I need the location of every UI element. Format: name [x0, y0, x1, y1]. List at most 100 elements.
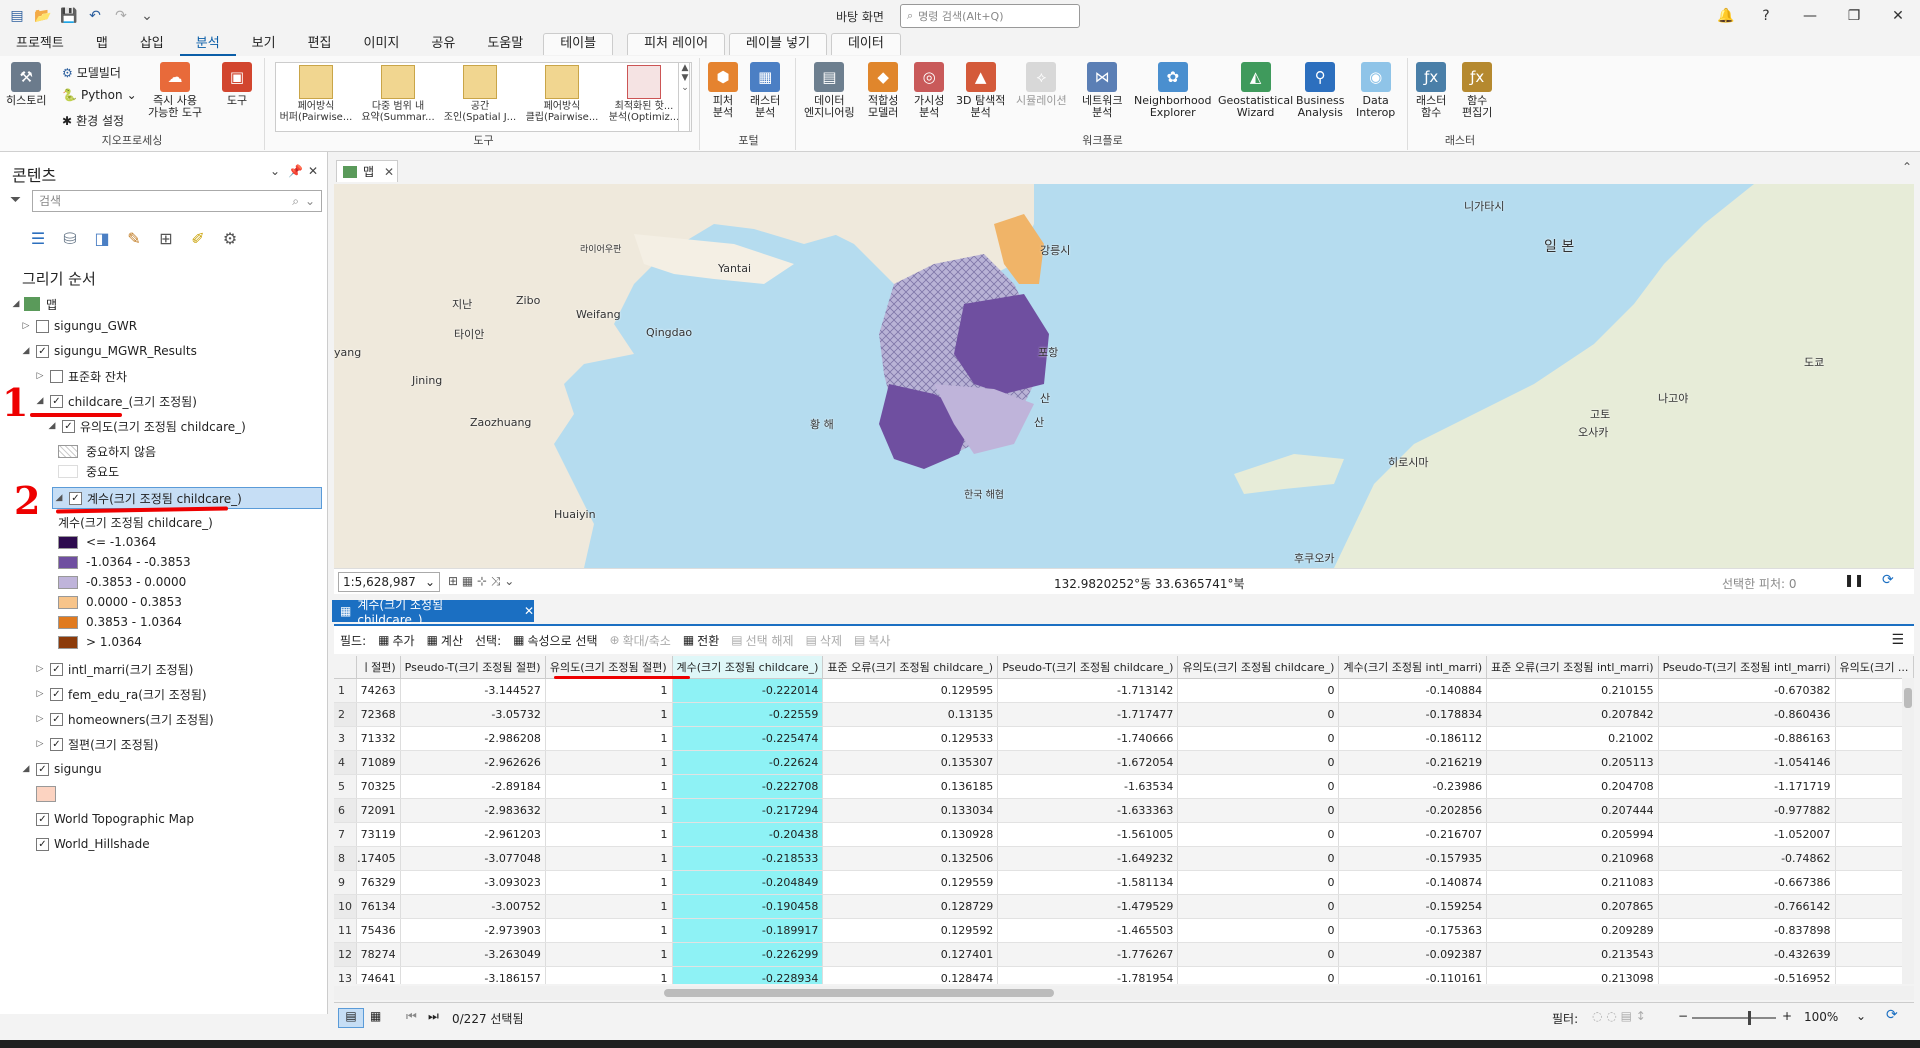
- list-by-perspective-icon[interactable]: ⚙: [218, 226, 242, 250]
- copy-button[interactable]: ▤ 복사: [854, 632, 890, 649]
- table-cell[interactable]: -0.860436: [1658, 702, 1836, 727]
- expand-icon[interactable]: ▷: [34, 689, 46, 699]
- zoom-out-icon[interactable]: −: [1678, 1009, 1688, 1023]
- table-cell[interactable]: 0: [1177, 774, 1340, 799]
- column-header[interactable]: 유의도(크기 조정됨 절편): [545, 656, 673, 679]
- table-cell[interactable]: 0.211083: [1486, 870, 1659, 895]
- table-cell[interactable]: 0: [1177, 822, 1340, 847]
- tree-item-childcare[interactable]: ◢ ✓ childcare_(크기 조정됨): [34, 391, 197, 411]
- table-row[interactable]: 1 74263 -3.144527 1 -0.222014 0.129595 -1.7131…: [334, 678, 1914, 703]
- row-number[interactable]: 10: [334, 894, 357, 919]
- table-cell[interactable]: -0.110161: [1338, 966, 1488, 984]
- visibility-checkbox[interactable]: ✓: [50, 662, 63, 676]
- table-cell[interactable]: 1: [545, 798, 673, 823]
- table-row[interactable]: 9 76329 -3.093023 1 -0.204849 0.129559 -1.5811…: [334, 870, 1914, 895]
- collapse-icon[interactable]: ◢: [46, 421, 58, 431]
- list-by-drawing-order-icon[interactable]: ☰: [26, 226, 50, 250]
- column-header[interactable]: 유의도(크기 조정됨 childcare_): [1177, 656, 1340, 679]
- table-cell[interactable]: 1: [545, 750, 673, 775]
- close-icon[interactable]: ✕: [384, 165, 394, 179]
- tab-imagery[interactable]: 이미지: [348, 32, 416, 56]
- last-record-icon[interactable]: ⏭: [428, 1009, 439, 1024]
- table-cell[interactable]: 1: [545, 966, 673, 984]
- tree-item-fem-edu[interactable]: ▷ ✓ fem_edu_ra(크기 조정됨): [34, 684, 207, 704]
- table-cell[interactable]: -0.886163: [1658, 726, 1836, 751]
- tree-item-mgwr-results[interactable]: ◢ ✓ sigungu_MGWR_Results: [20, 341, 197, 361]
- table-cell[interactable]: 1: [545, 774, 673, 799]
- table-row[interactable]: 5 70325 -2.89184 1 -0.222708 0.136185 -1.63534…: [334, 774, 1914, 799]
- exploratory-3d-button[interactable]: ▲ 3D 탐색적 분석: [956, 62, 1005, 119]
- table-cell[interactable]: 75436: [356, 918, 401, 943]
- table-cell[interactable]: -0.140884: [1338, 678, 1488, 703]
- column-header[interactable]: Pseudo-T(크기 조정됨 childcare_): [997, 656, 1179, 679]
- tab-edit[interactable]: 편집: [292, 32, 348, 56]
- tree-item-topo-basemap[interactable]: ✓ World Topographic Map: [20, 809, 194, 829]
- table-cell[interactable]: 71089: [356, 750, 401, 775]
- pane-close-icon[interactable]: ✕: [308, 164, 318, 178]
- business-analysis-button[interactable]: ⚲ Business Analysis: [1296, 62, 1345, 119]
- table-cell[interactable]: -1.672054: [997, 750, 1179, 775]
- expand-icon[interactable]: ▷: [20, 321, 32, 331]
- redo-icon[interactable]: ↷: [110, 5, 132, 27]
- table-cell[interactable]: -1.171719: [1658, 774, 1836, 799]
- table-cell[interactable]: -0.766142: [1658, 894, 1836, 919]
- table-cell[interactable]: 0.207865: [1486, 894, 1659, 919]
- table-cell[interactable]: -3.186157: [400, 966, 546, 984]
- row-number[interactable]: 11: [334, 918, 357, 943]
- table-cell[interactable]: 0.210968: [1486, 846, 1659, 871]
- tree-item-intl-marri[interactable]: ▷ ✓ intl_marri(크기 조정됨): [34, 659, 193, 679]
- visibility-checkbox[interactable]: ✓: [36, 762, 49, 776]
- open-project-icon[interactable]: 📂: [32, 5, 54, 27]
- pairwise-clip-tool[interactable]: 페어방식 클립(Pairwise...: [522, 65, 602, 131]
- tab-view[interactable]: 보기: [236, 32, 292, 56]
- chevron-up-icon[interactable]: ⌃: [1902, 160, 1912, 174]
- table-cell[interactable]: 78274: [356, 942, 401, 967]
- table-cell[interactable]: 71332: [356, 726, 401, 751]
- raster-analysis-button[interactable]: ▦ 래스터 분석: [750, 62, 780, 119]
- table-cell[interactable]: -0.23986: [1338, 774, 1488, 799]
- pin-icon[interactable]: 📌: [288, 164, 303, 178]
- column-header-selected[interactable]: 계수(크기 조정됨 childcare_): [672, 656, 824, 679]
- table-cell[interactable]: -0.218533: [672, 846, 824, 871]
- table-cell[interactable]: -1.63534: [997, 774, 1179, 799]
- select-by-attributes-button[interactable]: ▦ 속성으로 선택: [513, 632, 597, 649]
- collapse-icon[interactable]: ◢: [20, 346, 32, 356]
- table-row[interactable]: 4 71089 -2.962626 1 -0.22624 0.135307 -1.67205…: [334, 750, 1914, 775]
- python-button[interactable]: 🐍 Python ⌄: [62, 88, 137, 102]
- table-cell[interactable]: 0.132506: [822, 846, 999, 871]
- table-cell[interactable]: -0.516952: [1658, 966, 1836, 984]
- table-cell[interactable]: 0: [1177, 846, 1340, 871]
- collapse-icon[interactable]: ◢: [20, 764, 32, 774]
- visibility-checkbox[interactable]: [36, 319, 49, 333]
- table-cell[interactable]: -0.225474: [672, 726, 824, 751]
- table-cell[interactable]: -0.20438: [672, 822, 824, 847]
- table-cell[interactable]: -2.973903: [400, 918, 546, 943]
- filter-icon[interactable]: ⏷: [10, 192, 21, 208]
- column-header[interactable]: Pseudo-T(크기 조정됨 절편): [400, 656, 546, 679]
- table-cell[interactable]: 0.129533: [822, 726, 999, 751]
- column-header[interactable]: 계수(크기 조정됨 intl_marri): [1338, 656, 1488, 679]
- table-cell[interactable]: -1.781954: [997, 966, 1179, 984]
- table-cell[interactable]: 72091: [356, 798, 401, 823]
- tab-share[interactable]: 공유: [415, 32, 471, 56]
- attribute-table-tab[interactable]: ▦ 계수(크기 조정됨 childcare_) ✕: [332, 598, 534, 627]
- table-cell[interactable]: 0: [1177, 726, 1340, 751]
- list-by-labeling-icon[interactable]: ✐: [186, 226, 210, 250]
- command-search-input[interactable]: ⌕ 명령 검색(Alt+Q): [900, 4, 1080, 28]
- expand-icon[interactable]: ▷: [34, 739, 46, 749]
- tab-help[interactable]: 도움말: [471, 32, 539, 56]
- row-number[interactable]: 7: [334, 822, 357, 847]
- data-interop-button[interactable]: ◉ Data Interop: [1356, 62, 1395, 119]
- table-cell[interactable]: 73119: [356, 822, 401, 847]
- table-cell[interactable]: -1.465503: [997, 918, 1179, 943]
- tree-item-significance[interactable]: ◢ ✓ 유의도(크기 조정됨 childcare_): [46, 416, 246, 436]
- table-row[interactable]: 6 72091 -2.983632 1 -0.217294 0.133034 -1.6333…: [334, 798, 1914, 823]
- expand-icon[interactable]: ◢: [10, 299, 22, 309]
- table-cell[interactable]: -0.226299: [672, 942, 824, 967]
- refresh-icon[interactable]: ⟳: [1882, 572, 1894, 588]
- table-cell[interactable]: -0.222708: [672, 774, 824, 799]
- column-header[interactable]: 표준 오류(크기 조정됨 intl_marri): [1486, 656, 1659, 679]
- table-cell[interactable]: 1: [545, 726, 673, 751]
- column-header[interactable]: 유의도(크기 ...: [1835, 656, 1914, 679]
- close-button[interactable]: ✕: [1878, 0, 1918, 32]
